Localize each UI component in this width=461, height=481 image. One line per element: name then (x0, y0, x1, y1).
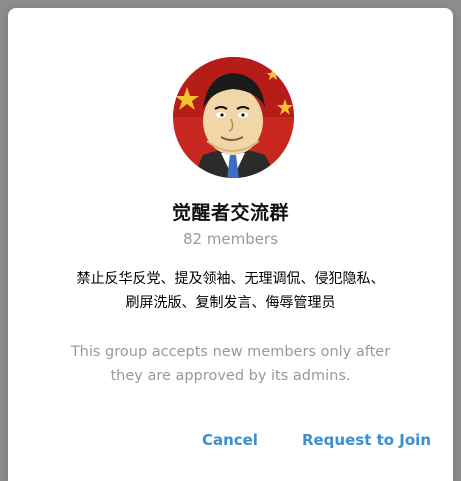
dialog-actions: Cancel Request to Join (202, 431, 431, 449)
group-description: 禁止反华反党、提及领袖、无理调侃、侵犯隐私、 刷屏洗版、复制发言、侮辱管理员 (38, 267, 423, 315)
approval-notice: This group accepts new members only afte… (48, 340, 413, 388)
approval-notice-line: they are approved by its admins. (110, 368, 351, 384)
approval-notice-line: This group accepts new members only afte… (70, 344, 391, 360)
description-line: 禁止反华反党、提及领袖、无理调侃、侵犯隐私、 (76, 271, 385, 287)
group-avatar (173, 57, 294, 178)
request-to-join-button[interactable]: Request to Join (302, 431, 431, 449)
join-group-dialog: 觉醒者交流群 82 members 禁止反华反党、提及领袖、无理调侃、侵犯隐私、… (8, 8, 453, 481)
description-line: 刷屏洗版、复制发言、侮辱管理员 (125, 295, 336, 311)
group-name: 觉醒者交流群 (171, 202, 289, 224)
member-count: 82 members (182, 230, 279, 248)
group-avatar-image (173, 57, 294, 178)
cancel-button[interactable]: Cancel (202, 431, 258, 449)
